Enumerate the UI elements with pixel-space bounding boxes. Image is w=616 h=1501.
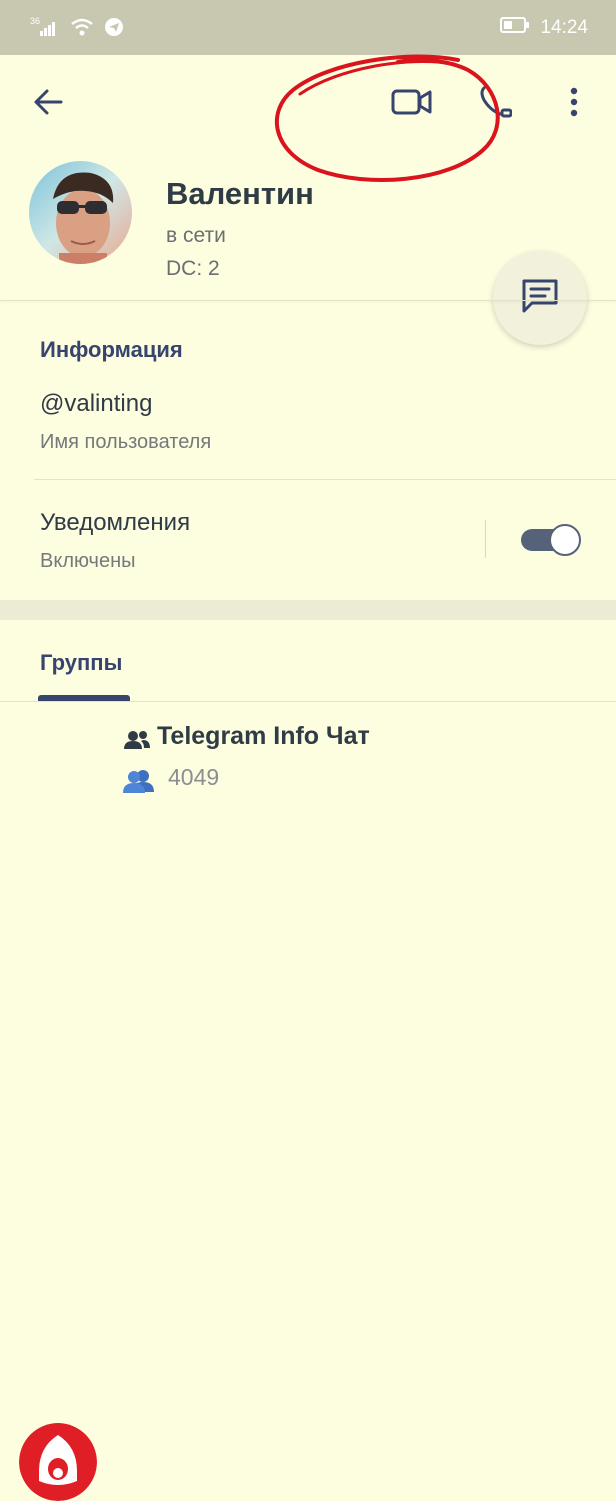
list-item[interactable]: Telegram Info Чат 4049 — [0, 705, 616, 1501]
tab-groups[interactable]: Группы — [40, 650, 122, 676]
toggle-knob — [549, 524, 581, 556]
group-member-count: 4049 — [168, 764, 220, 790]
notifications-vertical-divider — [485, 520, 486, 558]
profile-dc: DC: 2 — [166, 257, 220, 280]
clock: 14:24 — [540, 17, 588, 38]
back-arrow-icon — [33, 88, 63, 121]
annotation-circle — [274, 54, 500, 183]
wifi-icon — [70, 17, 94, 42]
section-separator — [0, 600, 616, 620]
profile-avatar[interactable] — [29, 161, 132, 264]
info-section-title: Информация — [40, 337, 183, 362]
notifications-label[interactable]: Уведомления — [40, 509, 190, 537]
status-bar: 36 14:24 — [0, 0, 616, 55]
username-value[interactable]: @valinting — [40, 390, 152, 418]
members-icon — [123, 768, 155, 799]
more-menu-button[interactable] — [552, 80, 596, 128]
status-left: 36 — [30, 16, 124, 43]
message-icon — [520, 277, 560, 320]
send-message-button[interactable] — [493, 251, 587, 345]
info-divider — [34, 479, 616, 480]
telegram-notification-icon — [104, 17, 124, 42]
back-button[interactable] — [24, 80, 72, 128]
notifications-value: Включены — [40, 550, 136, 572]
tab-divider — [0, 701, 616, 702]
battery-icon — [500, 16, 530, 40]
group-avatar — [19, 1423, 97, 1501]
status-right: 14:24 — [500, 16, 588, 40]
signal-icon: 36 — [30, 16, 60, 43]
group-name: Telegram Info Чат — [157, 722, 370, 750]
group-icon — [123, 729, 151, 756]
header-divider — [0, 300, 616, 301]
profile-status: в сети — [166, 224, 226, 247]
more-vert-icon — [569, 87, 579, 122]
profile-name: Валентин — [166, 176, 314, 211]
notifications-toggle[interactable] — [521, 523, 581, 557]
username-caption: Имя пользователя — [40, 431, 212, 453]
svg-text:36: 36 — [30, 16, 40, 26]
